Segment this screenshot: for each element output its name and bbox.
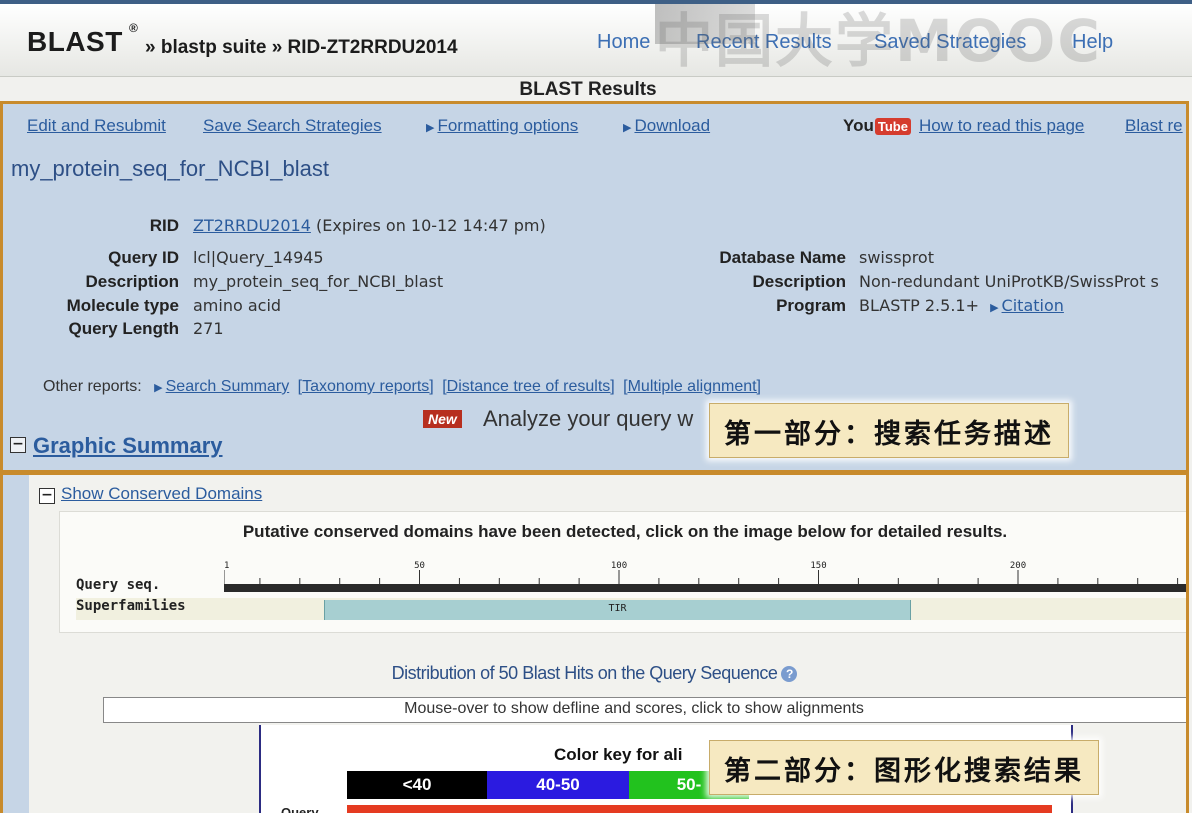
- rid-label: RID: [149, 216, 179, 235]
- color-key-lt40: <40: [347, 771, 487, 799]
- nav-home-link[interactable]: Home: [597, 31, 650, 54]
- how-to-read-link[interactable]: How to read this page: [919, 116, 1084, 136]
- superfamilies-label: Superfamilies: [76, 598, 186, 614]
- conserved-domains-panel[interactable]: Putative conserved domains have been det…: [59, 511, 1186, 633]
- molecule-type-label: Molecule type: [66, 296, 179, 315]
- query-seq-label: Query seq.: [76, 577, 161, 593]
- description-value: my_protein_seq_for_NCBI_blast: [193, 272, 444, 291]
- other-reports-label: Other reports:: [43, 378, 142, 395]
- help-icon[interactable]: ?: [781, 666, 798, 682]
- color-key-40-50: 40-50: [487, 771, 629, 799]
- breadcrumb: » blastp suite » RID-ZT2RRDU2014: [145, 37, 458, 58]
- color-key-title: Color key for ali: [554, 745, 683, 764]
- youtube-icon[interactable]: You Tube: [843, 116, 911, 136]
- distribution-title: Distribution of 50 Blast Hits on the Que…: [3, 663, 1186, 684]
- blast-logo[interactable]: BLAST: [27, 26, 123, 58]
- multiple-alignment-link[interactable]: [Multiple alignment]: [623, 378, 761, 395]
- youtube-tube-text: Tube: [874, 118, 911, 135]
- collapse-icon[interactable]: −: [10, 437, 26, 453]
- new-badge: New: [423, 410, 462, 428]
- nav-help-link[interactable]: Help: [1072, 31, 1113, 54]
- citation-link[interactable]: Citation: [1002, 296, 1064, 315]
- ruler-tick-label: 200: [1010, 561, 1026, 571]
- ruler-tick-label: 100: [611, 561, 627, 571]
- formatting-options-toggle[interactable]: ▶ Formatting options: [426, 116, 578, 136]
- blast-report-link[interactable]: Blast re: [1125, 116, 1183, 136]
- triangle-right-icon: ▶: [990, 301, 999, 314]
- query-bar[interactable]: [347, 805, 1052, 813]
- search-summary-link[interactable]: Search Summary: [166, 378, 290, 395]
- query-length-value: 271: [193, 319, 224, 338]
- other-reports: Other reports: ▶ Search Summary [Taxonomy…: [43, 378, 761, 396]
- conserved-domains-message: Putative conserved domains have been det…: [242, 522, 1008, 541]
- collapse-icon[interactable]: −: [39, 488, 55, 504]
- program-label: Program: [776, 296, 846, 315]
- db-description-label: Description: [752, 272, 846, 291]
- mouse-over-message: Mouse-over to show defline and scores, c…: [404, 700, 864, 717]
- analyze-query-link[interactable]: Analyze your query w: [483, 406, 693, 432]
- rid-row: ZT2RRDU2014 (Expires on 10-12 14:47 pm): [193, 216, 546, 235]
- sequence-ruler: 1 50 100 150 200: [224, 561, 1186, 592]
- distance-tree-link[interactable]: [Distance tree of results]: [442, 378, 615, 395]
- ruler-tick-label: 1: [224, 561, 229, 571]
- search-description-section: Edit and Resubmit Save Search Strategies…: [0, 101, 1189, 473]
- distribution-title-text: Distribution of 50 Blast Hits on the Que…: [391, 663, 778, 683]
- query-id-label: Query ID: [108, 248, 179, 267]
- part1-callout: 第一部分：搜索任务描述: [709, 403, 1069, 458]
- query-seq-bar: [224, 584, 1186, 592]
- db-description-value: Non-redundant UniProtKB/SwissProt s: [859, 272, 1159, 291]
- hit-defline-box: Mouse-over to show defline and scores, c…: [103, 697, 1186, 723]
- database-name-value: swissprot: [859, 248, 934, 267]
- program-row: BLASTP 2.5.1+ ▶ Citation: [859, 296, 1064, 315]
- part2-callout: 第二部分：图形化搜索结果: [709, 740, 1099, 795]
- nav-saved-strategies-link[interactable]: Saved Strategies: [874, 31, 1026, 54]
- tir-domain-label: TIR: [608, 603, 627, 614]
- blast-header: BLAST ® » blastp suite » RID-ZT2RRDU2014…: [0, 4, 1192, 77]
- download-toggle[interactable]: ▶ Download: [623, 116, 710, 136]
- program-value: BLASTP 2.5.1+: [859, 296, 979, 315]
- show-conserved-domains-link[interactable]: Show Conserved Domains: [61, 484, 262, 504]
- nav-recent-results-link[interactable]: Recent Results: [696, 31, 832, 54]
- formatting-options-label: Formatting options: [437, 116, 579, 135]
- left-strip: [3, 475, 29, 813]
- registered-mark: ®: [129, 21, 138, 35]
- save-strategies-link[interactable]: Save Search Strategies: [203, 116, 382, 136]
- graphic-summary-heading[interactable]: Graphic Summary: [33, 433, 223, 459]
- triangle-right-icon: ▶: [623, 122, 632, 134]
- ruler-tick-label: 50: [414, 561, 425, 571]
- youtube-you-text: You: [843, 116, 874, 135]
- query-label: Query: [281, 805, 319, 813]
- taxonomy-reports-link[interactable]: [Taxonomy reports]: [298, 378, 434, 395]
- graphic-results-section: − Show Conserved Domains Putative conser…: [0, 472, 1189, 813]
- triangle-right-icon: ▶: [154, 382, 163, 394]
- tir-domain-bar[interactable]: TIR: [324, 600, 911, 620]
- rid-expires: (Expires on 10-12 14:47 pm): [316, 216, 546, 235]
- rid-link[interactable]: ZT2RRDU2014: [193, 216, 311, 235]
- edit-resubmit-link[interactable]: Edit and Resubmit: [27, 116, 166, 136]
- ruler-tick-label: 150: [810, 561, 826, 571]
- triangle-right-icon: ▶: [426, 122, 435, 134]
- download-label: Download: [634, 116, 711, 135]
- results-title: BLAST Results: [519, 79, 657, 100]
- description-label: Description: [85, 272, 179, 291]
- query-id-value: lcl|Query_14945: [193, 248, 324, 267]
- database-name-label: Database Name: [719, 248, 846, 267]
- molecule-type-value: amino acid: [193, 296, 282, 315]
- query-length-label: Query Length: [68, 319, 179, 338]
- job-title: my_protein_seq_for_NCBI_blast: [11, 156, 329, 181]
